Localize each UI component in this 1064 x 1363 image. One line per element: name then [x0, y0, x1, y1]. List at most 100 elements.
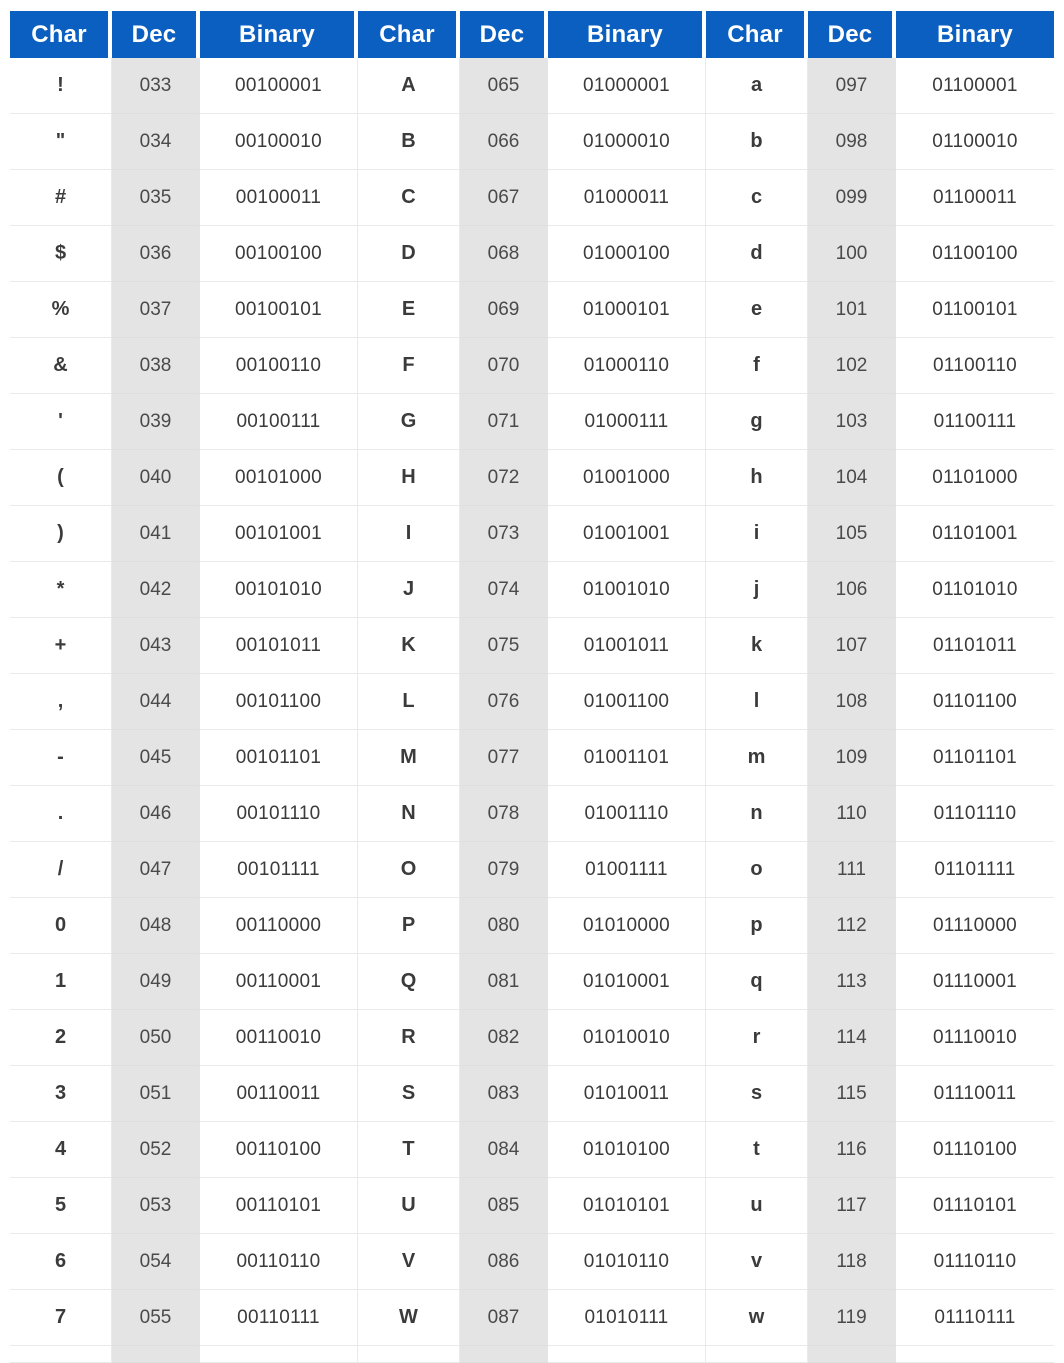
cell-binary-1: 00100001: [200, 58, 358, 114]
cell-dec-3: 118: [808, 1234, 896, 1290]
cell-dec-3: 104: [808, 450, 896, 506]
cell-binary-1: 00101110: [200, 786, 358, 842]
cell-dec-3: 115: [808, 1066, 896, 1122]
cell-char-1: *: [10, 562, 112, 618]
cell-binary-2: 01010101: [548, 1178, 706, 1234]
cell-char-1: 2: [10, 1010, 112, 1066]
cell-binary-2: 01010010: [548, 1010, 706, 1066]
cell-dec-3: 110: [808, 786, 896, 842]
cell-binary-3: 01101100: [896, 674, 1054, 730]
cell-binary-2: 01010001: [548, 954, 706, 1010]
cell-dec-3: 098: [808, 114, 896, 170]
table-row: 6 054 00110110 V 086 01010110 v 118 01110110: [10, 1234, 1054, 1290]
cell-dec-2: 078: [460, 786, 548, 842]
cell-binary-3: 01100110: [896, 338, 1054, 394]
table-row: +043 00101011 K 075 01001011 k 107 01101011: [10, 618, 1054, 674]
cell-char-3: i: [706, 506, 808, 562]
cell-char-3: a: [706, 58, 808, 114]
cell-dec-3: [808, 1346, 896, 1363]
table-row: #035 00100011 C 067 01000011 c 099 01100011: [10, 170, 1054, 226]
cell-char-3: b: [706, 114, 808, 170]
cell-char-1: $: [10, 226, 112, 282]
cell-dec-1: 036: [112, 226, 200, 282]
cell-binary-3: 01110101: [896, 1178, 1054, 1234]
table-row: " 034 00100010 B 066 01000010 b 098 01100010: [10, 114, 1054, 170]
table-row: -045 00101101 M 077 01001101 m 109 01101101: [10, 730, 1054, 786]
cell-binary-2: 01001010: [548, 562, 706, 618]
cell-binary-3: 01101101: [896, 730, 1054, 786]
cell-binary-3: 01110100: [896, 1122, 1054, 1178]
cell-char-2: M: [358, 730, 460, 786]
cell-char-2: E: [358, 282, 460, 338]
cell-dec-3: 109: [808, 730, 896, 786]
cell-char-1: 7: [10, 1290, 112, 1346]
cell-char-1: 0: [10, 898, 112, 954]
cell-dec-3: 105: [808, 506, 896, 562]
cell-char-3: e: [706, 282, 808, 338]
cell-binary-3: 01100010: [896, 114, 1054, 170]
cell-char-1: 3: [10, 1066, 112, 1122]
cell-char-1: !: [10, 58, 112, 114]
cell-binary-3: 01110111: [896, 1290, 1054, 1346]
cell-dec-2: 082: [460, 1010, 548, 1066]
cell-binary-1: 00101100: [200, 674, 358, 730]
cell-dec-2: 069: [460, 282, 548, 338]
column-header-binary-2: Binary: [548, 11, 706, 58]
table-row: ! 033 00100001 A 065 01000001 a 097 01100001: [10, 58, 1054, 114]
cell-char-1: ': [10, 394, 112, 450]
cell-dec-1: 044: [112, 674, 200, 730]
cell-binary-1: 00100111: [200, 394, 358, 450]
cell-dec-1: 053: [112, 1178, 200, 1234]
cell-dec-1: 045: [112, 730, 200, 786]
table-row: /047 00101111 O 079 01001111 o 111 01101111: [10, 842, 1054, 898]
column-header-char-1: Char: [10, 11, 112, 58]
cell-binary-2: 01000100: [548, 226, 706, 282]
cell-dec-1: 042: [112, 562, 200, 618]
cell-dec-1: 033: [112, 58, 200, 114]
cell-char-2: N: [358, 786, 460, 842]
cell-dec-1: 034: [112, 114, 200, 170]
cell-binary-3: 01101000: [896, 450, 1054, 506]
table-row: 2 050 00110010 R 082 01010010 r 114 01110010: [10, 1010, 1054, 1066]
cell-char-3: f: [706, 338, 808, 394]
cell-dec-2: 087: [460, 1290, 548, 1346]
cell-dec-1: 043: [112, 618, 200, 674]
cell-dec-3: 116: [808, 1122, 896, 1178]
cell-binary-1: 00100110: [200, 338, 358, 394]
cell-binary-1: 00101101: [200, 730, 358, 786]
column-header-char-2: Char: [358, 11, 460, 58]
cell-binary-2: 01000010: [548, 114, 706, 170]
cell-dec-2: 067: [460, 170, 548, 226]
cell-dec-2: 075: [460, 618, 548, 674]
cell-char-3: o: [706, 842, 808, 898]
cell-char-3: p: [706, 898, 808, 954]
cell-char-3: j: [706, 562, 808, 618]
cell-char-2: J: [358, 562, 460, 618]
cell-binary-2: 01010111: [548, 1290, 706, 1346]
table-row: % 037 00100101 E 069 01000101 e 101 01100101: [10, 282, 1054, 338]
cell-char-1: #: [10, 170, 112, 226]
cell-dec-1: 052: [112, 1122, 200, 1178]
cell-char-3: g: [706, 394, 808, 450]
cell-binary-1: 00101001: [200, 506, 358, 562]
cell-char-1: ": [10, 114, 112, 170]
cell-dec-2: 074: [460, 562, 548, 618]
cell-dec-1: 037: [112, 282, 200, 338]
cell-char-2: I: [358, 506, 460, 562]
cell-binary-1: 00110011: [200, 1066, 358, 1122]
cell-char-2: W: [358, 1290, 460, 1346]
cell-dec-2: 083: [460, 1066, 548, 1122]
cell-dec-1: 046: [112, 786, 200, 842]
column-header-char-3: Char: [706, 11, 808, 58]
cell-binary-2: 01001011: [548, 618, 706, 674]
cell-binary-3: 01101110: [896, 786, 1054, 842]
cell-char-3: q: [706, 954, 808, 1010]
cell-char-2: V: [358, 1234, 460, 1290]
cell-dec-3: 101: [808, 282, 896, 338]
cell-dec-3: 108: [808, 674, 896, 730]
cell-char-3: s: [706, 1066, 808, 1122]
cell-dec-2: 070: [460, 338, 548, 394]
cell-dec-1: 051: [112, 1066, 200, 1122]
cell-char-1: [10, 1346, 112, 1363]
cell-dec-1: 035: [112, 170, 200, 226]
